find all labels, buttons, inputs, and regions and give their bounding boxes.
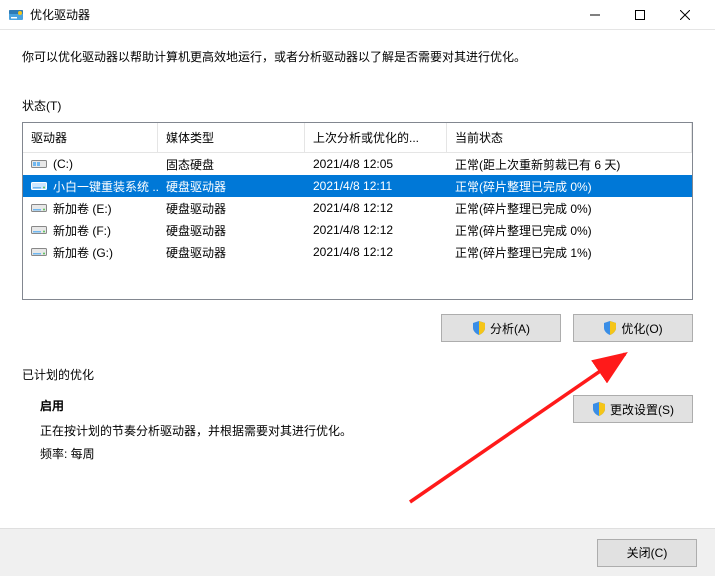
drive-row[interactable]: 新加卷 (E:) 硬盘驱动器2021/4/8 12:12正常(碎片整理已完成 0%… xyxy=(23,197,692,219)
change-settings-button[interactable]: 更改设置(S) xyxy=(573,395,693,423)
drive-row[interactable]: (C:) 固态硬盘2021/4/8 12:05正常(距上次重新剪裁已有 6 天) xyxy=(23,153,692,175)
drive-row[interactable]: 新加卷 (G:) 硬盘驱动器2021/4/8 12:12正常(碎片整理已完成 1%… xyxy=(23,241,692,263)
drive-icon xyxy=(31,180,47,192)
drive-icon xyxy=(31,224,47,236)
drive-last-analyzed: 2021/4/8 12:12 xyxy=(305,243,447,261)
drive-type: 固态硬盘 xyxy=(158,154,305,175)
optimize-button[interactable]: 优化(O) xyxy=(573,314,693,342)
window-controls xyxy=(572,0,707,30)
drive-last-analyzed: 2021/4/8 12:05 xyxy=(305,155,447,173)
drive-last-analyzed: 2021/4/8 12:12 xyxy=(305,199,447,217)
change-settings-button-label: 更改设置(S) xyxy=(610,401,674,418)
description-text: 你可以优化驱动器以帮助计算机更高效地运行，或者分析驱动器以了解是否需要对其进行优… xyxy=(22,48,693,67)
drive-name: 小白一键重装系统 ... xyxy=(53,178,158,195)
scheduled-title: 启用 xyxy=(40,395,352,418)
status-section-label: 状态(T) xyxy=(22,97,693,114)
grid-body: (C:)固态硬盘2021/4/8 12:05正常(距上次重新剪裁已有 6 天)小… xyxy=(23,153,692,263)
column-header-drive[interactable]: 驱动器 xyxy=(23,123,158,152)
drive-icon xyxy=(31,158,47,170)
scheduled-line1: 正在按计划的节奏分析驱动器，并根据需要对其进行优化。 xyxy=(40,420,352,443)
dialog-footer: 关闭(C) xyxy=(0,528,715,576)
drive-status: 正常(碎片整理已完成 0%) xyxy=(447,198,692,219)
drives-grid[interactable]: 驱动器 媒体类型 上次分析或优化的... 当前状态 (C:)固态硬盘2021/4… xyxy=(22,122,693,300)
close-button[interactable] xyxy=(662,0,707,30)
drive-last-analyzed: 2021/4/8 12:12 xyxy=(305,221,447,239)
scheduled-line2: 频率: 每周 xyxy=(40,443,352,466)
minimize-button[interactable] xyxy=(572,0,617,30)
drive-status: 正常(距上次重新剪裁已有 6 天) xyxy=(447,154,692,175)
column-header-type[interactable]: 媒体类型 xyxy=(158,123,305,152)
drive-status: 正常(碎片整理已完成 1%) xyxy=(447,242,692,263)
drive-row[interactable]: 小白一键重装系统 ...硬盘驱动器2021/4/8 12:11正常(碎片整理已完… xyxy=(23,175,692,197)
drive-row[interactable]: 新加卷 (F:) 硬盘驱动器2021/4/8 12:12正常(碎片整理已完成 0%… xyxy=(23,219,692,241)
scheduled-section: 已计划的优化 启用 正在按计划的节奏分析驱动器，并根据需要对其进行优化。 频率:… xyxy=(22,366,693,465)
column-header-last[interactable]: 上次分析或优化的... xyxy=(305,123,447,152)
titlebar: 优化驱动器 xyxy=(0,0,715,30)
drive-icon xyxy=(31,202,47,214)
maximize-button[interactable] xyxy=(617,0,662,30)
drive-type: 硬盘驱动器 xyxy=(158,176,305,197)
close-dialog-button[interactable]: 关闭(C) xyxy=(597,539,697,567)
drive-name: 新加卷 (G:) xyxy=(53,244,113,261)
drive-type: 硬盘驱动器 xyxy=(158,220,305,241)
column-header-status[interactable]: 当前状态 xyxy=(447,123,692,152)
shield-icon xyxy=(592,402,606,416)
grid-actions: 分析(A) 优化(O) xyxy=(22,314,693,342)
shield-icon xyxy=(603,321,617,335)
drive-last-analyzed: 2021/4/8 12:11 xyxy=(305,177,447,195)
drive-name: 新加卷 (E:) xyxy=(53,200,112,217)
drive-icon xyxy=(31,246,47,258)
drive-status: 正常(碎片整理已完成 0%) xyxy=(447,176,692,197)
close-dialog-button-label: 关闭(C) xyxy=(627,544,668,561)
drive-status: 正常(碎片整理已完成 0%) xyxy=(447,220,692,241)
analyze-button-label: 分析(A) xyxy=(490,320,530,337)
optimize-button-label: 优化(O) xyxy=(621,320,662,337)
grid-header: 驱动器 媒体类型 上次分析或优化的... 当前状态 xyxy=(23,123,692,153)
scheduled-text: 启用 正在按计划的节奏分析驱动器，并根据需要对其进行优化。 频率: 每周 xyxy=(22,395,352,465)
scheduled-header: 已计划的优化 xyxy=(22,366,693,383)
drive-type: 硬盘驱动器 xyxy=(158,242,305,263)
shield-icon xyxy=(472,321,486,335)
drive-name: 新加卷 (F:) xyxy=(53,222,111,239)
app-icon xyxy=(8,7,24,23)
window-title: 优化驱动器 xyxy=(30,6,572,23)
drive-type: 硬盘驱动器 xyxy=(158,198,305,219)
content-area: 你可以优化驱动器以帮助计算机更高效地运行，或者分析驱动器以了解是否需要对其进行优… xyxy=(0,30,715,476)
drive-name: (C:) xyxy=(53,157,73,171)
analyze-button[interactable]: 分析(A) xyxy=(441,314,561,342)
